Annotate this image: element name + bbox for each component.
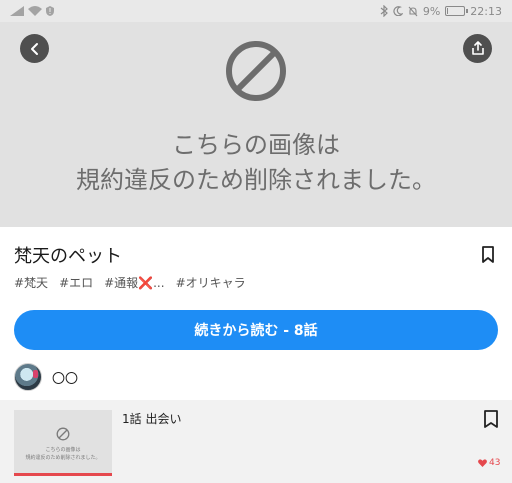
tag[interactable]: #通報❌... (104, 274, 164, 291)
bookmark-button[interactable] (478, 244, 498, 266)
author-row[interactable]: 〇〇 (14, 363, 78, 391)
removed-notice-line1: こちらの画像は (172, 131, 340, 159)
bluetooth-icon (380, 5, 388, 17)
episode-list-item[interactable]: こちらの画像は 規約違反のため削除されました。 1話 出会い 43 (0, 400, 512, 483)
thumbnail-notice-line1: こちらの画像は (45, 447, 81, 453)
shield-icon (46, 6, 54, 16)
status-bar: 9% 22:13 (0, 0, 512, 22)
thumbnail-notice-line2: 規約違反のため削除されました。 (25, 455, 101, 461)
work-title: 梵天のペット (14, 246, 122, 267)
thumbnail-notice: こちらの画像は 規約違反のため削除されました。 (14, 446, 112, 462)
avatar[interactable] (14, 363, 42, 391)
tag-list: #梵天 #エロ #通報❌... #オリキャラ (14, 274, 246, 291)
read-progress-bar (14, 473, 112, 476)
bookmark-icon[interactable] (482, 409, 500, 429)
episode-title[interactable]: 1話 出会い (122, 410, 181, 427)
title-row: 梵天のペット (14, 242, 498, 268)
share-icon (471, 41, 484, 55)
chevron-left-icon (30, 42, 38, 55)
like-count: 43 (478, 458, 500, 468)
continue-reading-button[interactable]: 続きから読む - 8話 (14, 310, 498, 350)
battery-fill (447, 8, 449, 14)
battery-icon (445, 6, 469, 16)
bookmark-icon (482, 246, 494, 263)
heart-icon (478, 459, 487, 467)
notifications-off-icon (408, 6, 418, 16)
clock: 22:13 (470, 4, 502, 18)
battery-percent: 9% (422, 4, 441, 18)
cover-image-area: こちらの画像は 規約違反のため削除されました。 (0, 22, 512, 227)
signal-icon (10, 6, 24, 16)
prohibited-icon (56, 427, 70, 441)
removed-notice-line2: 規約違反のため削除されました。 (76, 166, 436, 194)
moon-icon (393, 6, 403, 16)
wifi-icon (28, 6, 42, 16)
removed-image-notice: こちらの画像は 規約違反のため削除されました。 (0, 128, 512, 198)
tag[interactable]: #梵天 (14, 274, 48, 291)
tag[interactable]: #オリキャラ (176, 274, 246, 291)
like-count-value: 43 (489, 458, 501, 468)
prohibited-icon (226, 41, 286, 101)
episode-thumbnail[interactable]: こちらの画像は 規約違反のため削除されました。 (14, 410, 112, 476)
author-name[interactable]: 〇〇 (52, 368, 78, 387)
tag[interactable]: #エロ (59, 274, 93, 291)
back-button[interactable] (20, 34, 49, 63)
share-button[interactable] (463, 34, 492, 63)
